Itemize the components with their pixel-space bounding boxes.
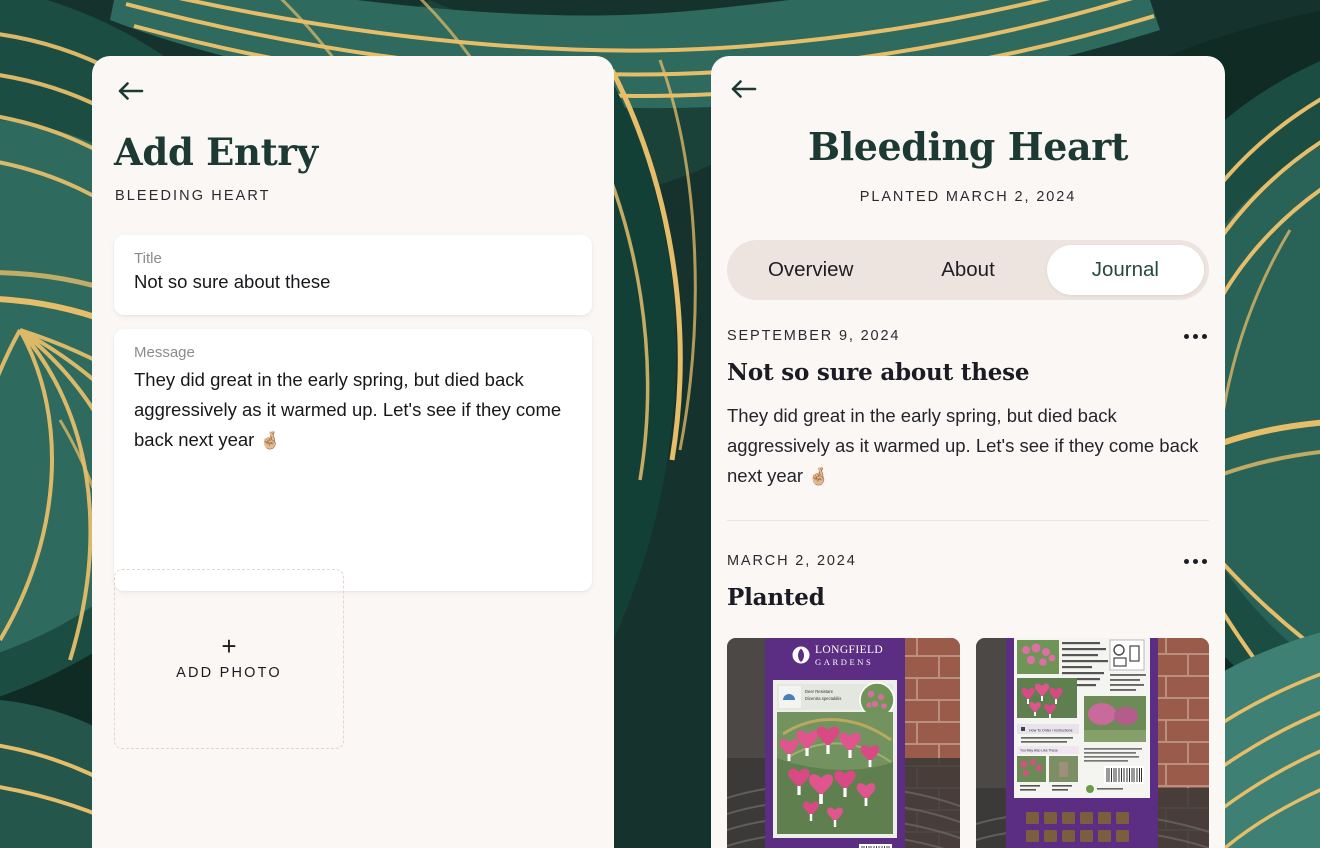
message-input[interactable]: Message They did great in the early spri… <box>114 329 592 591</box>
journal-entry-header: SEPTEMBER 9, 2024 <box>727 324 1209 348</box>
journal-entry-body: They did great in the early spring, but … <box>727 401 1209 491</box>
journal-photo[interactable]: LONGFIELD GARDENS Deer Resistant Dicentr… <box>727 638 960 848</box>
crossed-fingers-emoji: 🤞🏼 <box>808 467 830 487</box>
journal-entry-title: Not so sure about these <box>727 359 1030 386</box>
page-subtitle: BLEEDING HEART <box>115 188 271 204</box>
plant-detail-screen: Bleeding Heart PLANTED MARCH 2, 2024 Ove… <box>711 56 1225 848</box>
journal-list: SEPTEMBER 9, 2024 Not so sure about thes… <box>727 324 1209 848</box>
journal-entry-photos: LONGFIELD GARDENS Deer Resistant Dicentr… <box>727 638 1209 848</box>
back-button[interactable] <box>114 74 148 108</box>
tab-overview[interactable]: Overview <box>732 245 889 295</box>
more-horizontal-icon[interactable] <box>1182 553 1209 570</box>
package-front-photo: LONGFIELD GARDENS Deer Resistant Dicentr… <box>727 638 960 848</box>
svg-text:How To Order / Instructions: How To Order / Instructions <box>1029 729 1073 733</box>
add-entry-screen: Add Entry BLEEDING HEART Title Not so su… <box>92 56 614 848</box>
journal-photo[interactable]: How To Order / Instructions You May Also… <box>976 638 1209 848</box>
svg-text:Dicentra spectabilis: Dicentra spectabilis <box>805 696 841 701</box>
journal-entry-date: SEPTEMBER 9, 2024 <box>727 328 901 344</box>
plus-icon: + <box>221 630 237 661</box>
plant-name: Bleeding Heart <box>807 124 1129 169</box>
journal-entry: SEPTEMBER 9, 2024 Not so sure about thes… <box>727 324 1209 522</box>
title-input-value: Not so sure about these <box>134 271 331 292</box>
page-title: Add Entry <box>114 130 318 174</box>
svg-text:You May Also Like These: You May Also Like These <box>1020 749 1058 753</box>
divider <box>727 520 1209 522</box>
journal-entry-date: MARCH 2, 2024 <box>727 553 857 570</box>
arrow-left-icon <box>731 80 757 98</box>
svg-text:GARDENS: GARDENS <box>815 657 873 667</box>
crossed-fingers-emoji: 🤞🏼 <box>259 430 281 450</box>
journal-entry: MARCH 2, 2024 Planted LONGFIELD GARDENS … <box>727 549 1209 848</box>
svg-text:LONGFIELD: LONGFIELD <box>815 644 883 656</box>
package-back-photo: How To Order / Instructions You May Also… <box>976 638 1209 848</box>
tab-about[interactable]: About <box>889 245 1046 295</box>
svg-text:Deer Resistant: Deer Resistant <box>805 689 834 694</box>
journal-entry-title: Planted <box>727 584 825 612</box>
add-photo-button[interactable]: + ADD PHOTO <box>114 569 344 749</box>
planted-date: PLANTED MARCH 2, 2024 <box>859 189 1077 205</box>
message-input-label: Message <box>134 344 195 361</box>
add-photo-label: ADD PHOTO <box>176 665 282 682</box>
title-input-label: Title <box>134 250 162 267</box>
title-input[interactable]: Title Not so sure about these <box>114 235 592 315</box>
journal-entry-header: MARCH 2, 2024 <box>727 549 1209 573</box>
tab-journal[interactable]: Journal <box>1046 245 1204 295</box>
message-text: They did great in the early spring, but … <box>134 369 562 450</box>
journal-entry-text: They did great in the early spring, but … <box>727 405 1199 487</box>
arrow-left-icon <box>118 82 144 100</box>
message-input-value: They did great in the early spring, but … <box>134 365 572 455</box>
tab-bar: Overview About Journal <box>727 240 1209 300</box>
back-button[interactable] <box>727 72 761 106</box>
more-horizontal-icon[interactable] <box>1182 328 1209 345</box>
